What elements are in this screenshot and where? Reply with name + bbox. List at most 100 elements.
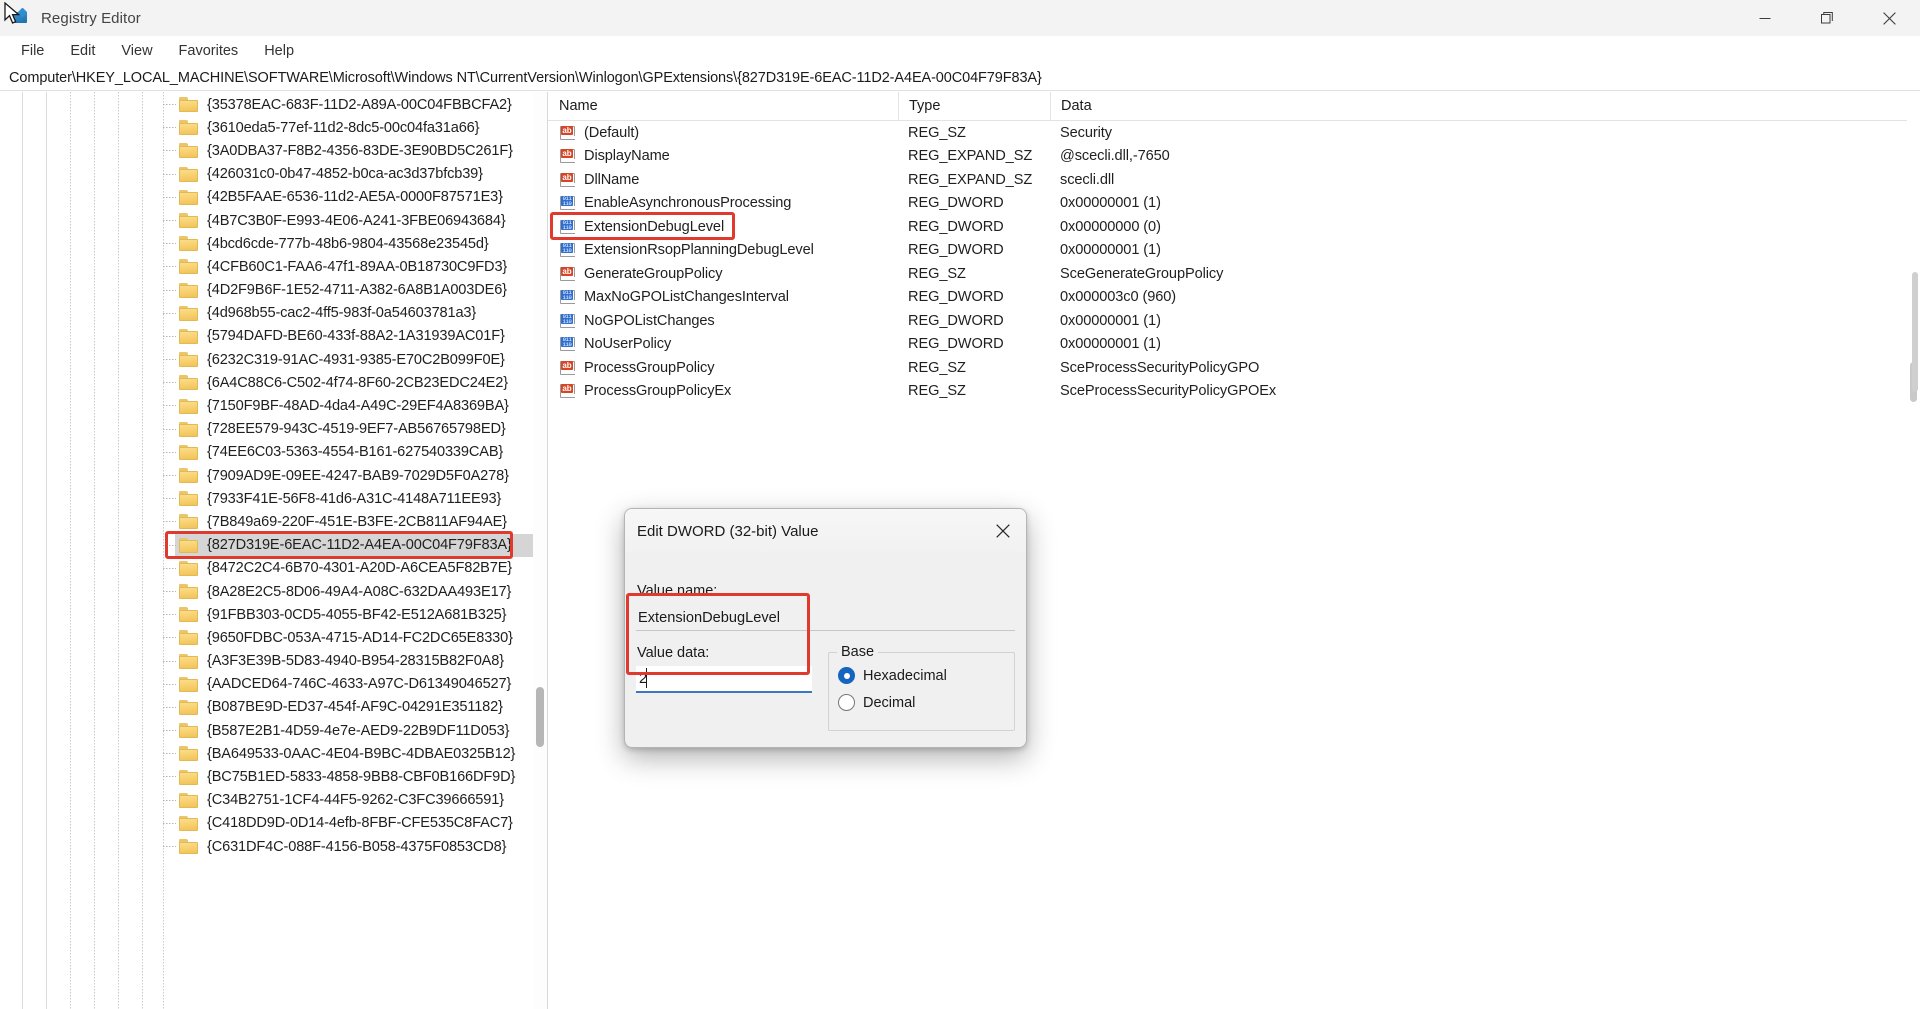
- tree-item-label: {4B7C3B0F-E993-4E06-A241-3FBE06943684}: [207, 212, 506, 229]
- tree-item[interactable]: {C631DF4C-088F-4156-B058-4375F0853CD8}: [0, 835, 547, 858]
- tree-item-label: {BA649533-0AAC-4E04-B9BC-4DBAE0325B12}: [207, 745, 516, 762]
- tree-item[interactable]: {6A4C88C6-C502-4f74-8F60-2CB23EDC24E2}: [0, 371, 547, 394]
- value-name-text: EnableAsynchronousProcessing: [584, 195, 792, 212]
- tree-connector-line: [163, 382, 176, 384]
- menu-view[interactable]: View: [108, 40, 165, 62]
- tree-item[interactable]: {A3F3E39B-5D83-4940-B954-28315B82F0A8}: [0, 650, 547, 673]
- menu-edit[interactable]: Edit: [57, 40, 108, 62]
- tree-scrollbar[interactable]: [533, 92, 547, 1009]
- window-title: Registry Editor: [41, 9, 141, 27]
- tree-item[interactable]: {35378EAC-683F-11D2-A89A-00C04FBBCFA2}: [0, 93, 547, 116]
- tree-connector-line: [163, 614, 176, 616]
- tree-item[interactable]: {4D2F9B6F-1E52-4711-A382-6A8B1A003DE6}: [0, 279, 547, 302]
- tree-item[interactable]: {426031c0-0b47-4852-b0ca-ac3d37bfcb39}: [0, 163, 547, 186]
- value-data-cell: Security: [1060, 124, 1112, 141]
- base-radio-group: [828, 652, 1015, 731]
- value-name-label: Value name:: [637, 583, 718, 599]
- tree-item[interactable]: {7909AD9E-09EE-4247-BAB9-7029D5F0A278}: [0, 464, 547, 487]
- value-row[interactable]: ab (Default) REG_SZ Security: [548, 121, 1920, 145]
- radio-decimal[interactable]: Decimal: [838, 694, 915, 711]
- tree-item[interactable]: {8472C2C4-6B70-4301-A20D-A6CEA5F82B7E}: [0, 557, 547, 580]
- folder-icon: [179, 305, 198, 321]
- tree-item-label: {7150F9BF-48AD-4da4-A49C-29EF4A8369BA}: [207, 398, 509, 415]
- tree-item[interactable]: {4CFB60C1-FAA6-47f1-89AA-0B18730C9FD3}: [0, 255, 547, 278]
- tree-item[interactable]: {7B849a69-220F-451E-B3FE-2CB811AF94AE}: [0, 510, 547, 533]
- value-name-cell: 011 110 MaxNoGPOListChangesInterval: [548, 289, 898, 305]
- value-name-input[interactable]: [636, 605, 1015, 631]
- value-row[interactable]: 011 110 ExtensionDebugLevel REG_DWORD 0x0000…: [548, 215, 1920, 239]
- tree-item-label: {C34B2751-1CF4-44F5-9262-C3FC39666591}: [207, 792, 504, 809]
- minimize-button[interactable]: [1734, 0, 1796, 36]
- tree-item-selected[interactable]: {827D319E-6EAC-11D2-A4EA-00C04F79F83A}: [0, 533, 547, 557]
- tree-item[interactable]: {728EE579-943C-4519-9EF7-AB56765798ED}: [0, 418, 547, 441]
- tree-item[interactable]: {4bcd6cde-777b-48b6-9804-43568e23545d}: [0, 232, 547, 255]
- radio-hexadecimal[interactable]: Hexadecimal: [838, 667, 947, 684]
- folder-icon: [179, 120, 198, 136]
- folder-icon: [179, 792, 198, 808]
- value-row[interactable]: ab DllName REG_EXPAND_SZ scecli.dll: [548, 168, 1920, 192]
- menu-help[interactable]: Help: [251, 40, 307, 62]
- column-header-data[interactable]: Data: [1050, 92, 1920, 121]
- menu-file[interactable]: File: [8, 40, 57, 62]
- tree-item[interactable]: {74EE6C03-5363-4554-B161-627540339CAB}: [0, 441, 547, 464]
- page-scrollbar-thumb[interactable]: [1912, 272, 1918, 392]
- address-bar[interactable]: Computer\HKEY_LOCAL_MACHINE\SOFTWARE\Mic…: [0, 65, 1920, 91]
- tree-item-label: {42B5FAAE-6536-11d2-AE5A-0000F87571E3}: [207, 189, 503, 206]
- column-header-type[interactable]: Type: [898, 92, 1050, 121]
- value-row[interactable]: 011 110 NoGPOListChanges REG_DWORD 0x0000000…: [548, 309, 1920, 333]
- tree-item[interactable]: {9650FDBC-053A-4715-AD14-FC2DC65E8330}: [0, 626, 547, 649]
- tree-item[interactable]: {BC75B1ED-5833-4858-9BB8-CBF0B166DF9D}: [0, 765, 547, 788]
- tree-item-label: {4bcd6cde-777b-48b6-9804-43568e23545d}: [207, 235, 489, 252]
- tree-item-label: {5794DAFD-BE60-433f-88A2-1A31939AC01F}: [207, 328, 505, 345]
- value-type-cell: REG_DWORD: [908, 289, 1004, 306]
- tree-item[interactable]: {B587E2B1-4D59-4e7e-AED9-22B9DF11D053}: [0, 719, 547, 742]
- tree-item-label: {B587E2B1-4D59-4e7e-AED9-22B9DF11D053}: [207, 722, 510, 739]
- menu-favorites[interactable]: Favorites: [166, 40, 252, 62]
- registry-tree-pane[interactable]: {35378EAC-683F-11D2-A89A-00C04FBBCFA2} {3…: [0, 92, 548, 1009]
- tree-item-label: {4D2F9B6F-1E52-4711-A382-6A8B1A003DE6}: [207, 282, 507, 299]
- tree-item[interactable]: {5794DAFD-BE60-433f-88A2-1A31939AC01F}: [0, 325, 547, 348]
- window-controls: [1734, 0, 1920, 36]
- tree-item-label: {74EE6C03-5363-4554-B161-627540339CAB}: [207, 444, 504, 461]
- dword-value-icon: 011 110: [559, 242, 576, 258]
- value-row[interactable]: 011 110 MaxNoGPOListChangesInterval REG_DWO…: [548, 286, 1920, 310]
- tree-item[interactable]: {3610eda5-77ef-11d2-8dc5-00c04fa31a66}: [0, 116, 547, 139]
- folder-icon: [179, 236, 198, 252]
- close-button[interactable]: [1858, 0, 1920, 36]
- tree-item[interactable]: {4B7C3B0F-E993-4E06-A241-3FBE06943684}: [0, 209, 547, 232]
- value-data-input[interactable]: [636, 666, 812, 693]
- tree-connector-line: [163, 104, 176, 105]
- tree-item[interactable]: {3A0DBA37-F8B2-4356-83DE-3E90BD5C261F}: [0, 139, 547, 162]
- dialog-title: Edit DWORD (32-bit) Value: [637, 522, 819, 540]
- value-name-cell: ab DllName: [548, 172, 898, 188]
- value-row[interactable]: ab ProcessGroupPolicy REG_SZ SceProcessSecu…: [548, 356, 1920, 380]
- tree-item[interactable]: {C34B2751-1CF4-44F5-9262-C3FC39666591}: [0, 789, 547, 812]
- value-row[interactable]: ab DisplayName REG_EXPAND_SZ @scecli.dll,-7…: [548, 145, 1920, 169]
- tree-item[interactable]: {BA649533-0AAC-4E04-B9BC-4DBAE0325B12}: [0, 742, 547, 765]
- tree-item[interactable]: {42B5FAAE-6536-11d2-AE5A-0000F87571E3}: [0, 186, 547, 209]
- tree-item[interactable]: {91FBB303-0CD5-4055-BF42-E512A681B325}: [0, 603, 547, 626]
- tree-item[interactable]: {4d968b55-cac2-4ff5-983f-0a54603781a3}: [0, 302, 547, 325]
- radio-hexadecimal-label: Hexadecimal: [863, 667, 947, 684]
- value-row[interactable]: 011 110 EnableAsynchronousProcessing REG_DW…: [548, 192, 1920, 216]
- value-type-cell: REG_SZ: [908, 359, 966, 376]
- tree-item[interactable]: {8A28E2C5-8D06-49A4-A08C-632DAA493E17}: [0, 580, 547, 603]
- tree-item[interactable]: {C418DD9D-0D14-4efb-8FBF-CFE535C8FAC7}: [0, 812, 547, 835]
- tree-item[interactable]: {7933F41E-56F8-41d6-A31C-4148A711EE93}: [0, 487, 547, 510]
- tree-item[interactable]: {6232C319-91AC-4931-9385-E70C2B099F0E}: [0, 348, 547, 371]
- tree-item[interactable]: {B087BE9D-ED37-454f-AF9C-04291E351182}: [0, 696, 547, 719]
- maximize-button[interactable]: [1796, 0, 1858, 36]
- column-header-name[interactable]: Name: [548, 92, 898, 121]
- value-row[interactable]: ab GenerateGroupPolicy REG_SZ SceGenerateGr…: [548, 262, 1920, 286]
- page-scrollbar[interactable]: [1910, 92, 1920, 1009]
- value-row[interactable]: ab ProcessGroupPolicyEx REG_SZ SceProcessSe…: [548, 380, 1920, 404]
- value-row[interactable]: 011 110 ExtensionRsopPlanningDebugLevel REG…: [548, 239, 1920, 263]
- tree-item[interactable]: {7150F9BF-48AD-4da4-A49C-29EF4A8369BA}: [0, 394, 547, 417]
- tree-item[interactable]: {AADCED64-746C-4633-A97C-D61349046527}: [0, 673, 547, 696]
- tree-connector-line: [163, 150, 176, 152]
- menu-bar: File Edit View Favorites Help: [0, 36, 1920, 65]
- tree-scrollbar-thumb[interactable]: [536, 687, 544, 747]
- value-data-label: Value data:: [637, 645, 710, 661]
- dialog-close-button[interactable]: [980, 509, 1026, 553]
- value-row[interactable]: 011 110 NoUserPolicy REG_DWORD 0x00000001 (1…: [548, 333, 1920, 357]
